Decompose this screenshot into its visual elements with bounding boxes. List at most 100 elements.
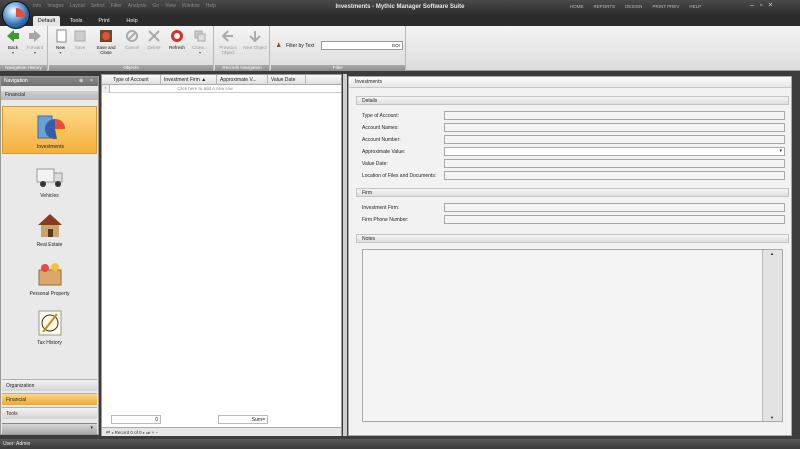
pager-add-icon[interactable]: + <box>152 430 155 435</box>
title-menu-item[interactable]: HELP <box>689 4 701 9</box>
delete-icon <box>148 30 160 42</box>
field-investment-firm[interactable] <box>444 203 785 212</box>
field-firm-phone[interactable] <box>444 215 785 224</box>
col-type-of-account[interactable]: Type of Account <box>110 75 161 85</box>
group-filter: ♟ Filter by Text GO! Filter <box>271 26 406 71</box>
group-label: Filter <box>271 65 405 71</box>
nav-item-label: Investments <box>37 144 64 150</box>
tab-help[interactable]: Help <box>122 16 142 26</box>
nav-item-label: Tax History <box>37 340 62 346</box>
nav-item-personal-property[interactable]: Personal Property <box>2 254 97 302</box>
app-menu-button[interactable] <box>2 1 30 29</box>
cancel-label: Cancel <box>124 45 139 50</box>
arrow-left-icon <box>221 30 233 42</box>
save-close-label: Save and Close <box>96 45 116 55</box>
new-row[interactable]: * Click here to add a new row <box>102 85 341 93</box>
nav-item-real-estate[interactable]: Real Estate <box>2 205 97 253</box>
nav-item-vehicles[interactable]: Vehicles <box>2 156 97 204</box>
panel-splitter[interactable] <box>343 74 347 436</box>
pager-remove-icon[interactable]: − <box>155 430 158 435</box>
save-button[interactable]: Save <box>72 29 88 50</box>
refresh-icon <box>171 30 183 42</box>
nav-item-label: Real Estate <box>36 242 63 248</box>
filter-input[interactable]: GO! <box>321 41 403 50</box>
forward-button[interactable]: Forward ▾ <box>24 29 46 55</box>
pager-first-icon[interactable]: ⏮ <box>106 430 110 435</box>
previous-object-button[interactable]: Previous Object <box>216 29 240 55</box>
tab-tools[interactable]: Tools <box>66 16 86 26</box>
col-approximate-value[interactable]: Approximate V... <box>217 75 268 85</box>
scroll-down-icon[interactable]: ▼ <box>770 415 774 420</box>
pager-last-icon[interactable]: ⏭ <box>146 430 150 435</box>
navbar-financial[interactable]: Financial <box>2 393 97 405</box>
notes-scrollbar[interactable]: ▲ ▼ <box>762 250 782 421</box>
navbar-organization[interactable]: Organization <box>2 379 97 391</box>
scroll-up-icon[interactable]: ▲ <box>770 251 774 256</box>
next-object-button[interactable]: Next Object <box>242 29 268 50</box>
navbar-tools[interactable]: Tools <box>2 407 97 419</box>
title-menu-item[interactable]: HOME <box>570 4 584 9</box>
nav-item-label: Personal Property <box>29 291 70 297</box>
pin-icon[interactable]: ⊕ <box>79 77 83 86</box>
sort-asc-icon: ▲ <box>201 77 207 83</box>
maximize-icon[interactable]: ▫ <box>760 2 762 9</box>
filter-user-icon: ♟ <box>276 43 282 49</box>
field-value-date[interactable] <box>444 159 785 168</box>
previous-object-label: Previous Object <box>219 45 237 55</box>
tax-document-icon <box>38 310 62 336</box>
close-icon[interactable]: × <box>90 77 93 86</box>
field-location-of-files[interactable] <box>444 171 785 180</box>
back-button[interactable]: Back ▾ <box>3 29 23 55</box>
truck-icon <box>36 168 63 187</box>
label-value-date: Value Date: <box>362 161 388 167</box>
pager-prev-icon[interactable]: ◂ <box>111 430 113 435</box>
col-investment-firm[interactable]: Investment Firm ▲ <box>161 75 217 85</box>
nav-item-investments[interactable]: Investments <box>2 106 97 154</box>
title-menu-item[interactable]: PRINT PREV <box>652 4 679 9</box>
group-label: Objects <box>49 65 213 71</box>
label-location-of-files: Location of Files and Documents: <box>362 173 437 179</box>
group-label: Navigation History <box>0 65 47 71</box>
ribbon: Back ▾ Forward ▾ Navigation History New … <box>0 26 800 71</box>
save-icon <box>74 30 86 42</box>
delete-button[interactable]: Delete <box>145 29 163 50</box>
field-type-of-account[interactable] <box>444 111 785 120</box>
col-value-date[interactable]: Value Date <box>268 75 306 85</box>
clone-button[interactable]: Clone... ▾ <box>189 29 211 55</box>
refresh-button[interactable]: Refresh <box>167 29 187 50</box>
tab-default[interactable]: Default <box>33 16 60 26</box>
next-object-label: Next Object <box>243 45 267 50</box>
record-pager: ⏮ ◂ Record 0 of 0 ▸ ⏭ + − <box>102 427 341 436</box>
refresh-label: Refresh <box>169 45 185 50</box>
section-firm: Firm <box>356 188 789 197</box>
title-menu-item[interactable]: DESIGN <box>625 4 642 9</box>
clone-icon <box>194 30 206 42</box>
tab-print[interactable]: Print <box>94 16 114 26</box>
delete-label: Delete <box>147 45 161 50</box>
nav-footer-chevron[interactable]: ▾ <box>2 423 97 434</box>
pager-next-icon[interactable]: ▸ <box>143 430 145 435</box>
cancel-button[interactable]: Cancel <box>123 29 141 50</box>
detail-title: Investments <box>349 77 791 88</box>
chevron-down-icon[interactable]: ▾ <box>779 148 782 154</box>
new-button[interactable]: New ▾ <box>52 29 69 55</box>
label-approximate-value: Approximate Value: <box>362 149 406 155</box>
field-approximate-value[interactable]: ▾ <box>444 147 785 156</box>
chevron-down-icon: ▾ <box>198 50 201 55</box>
label-firm-phone: Firm Phone Number: <box>362 217 409 223</box>
detail-pane: Investments Details Type of Account: Acc… <box>348 76 792 436</box>
forward-arrow-icon <box>29 30 41 42</box>
notes-textarea[interactable] <box>362 249 783 422</box>
field-account-number[interactable] <box>444 135 785 144</box>
nav-item-tax-history[interactable]: Tax History <box>2 303 97 351</box>
save-close-button[interactable]: Save and Close <box>92 29 120 55</box>
go-button[interactable]: GO! <box>392 43 400 48</box>
title-menu-item[interactable]: REPORTS <box>594 4 616 9</box>
label-investment-firm: Investment Firm: <box>362 205 400 211</box>
field-account-names[interactable] <box>444 123 785 132</box>
chevron-down-icon: ▾ <box>33 50 36 55</box>
house-icon <box>38 214 62 237</box>
navigation-pane: Navigation ⊕ × Financial Investments Veh… <box>0 76 99 435</box>
close-window-icon[interactable]: × <box>768 2 772 9</box>
minimize-icon[interactable]: – <box>750 2 754 9</box>
